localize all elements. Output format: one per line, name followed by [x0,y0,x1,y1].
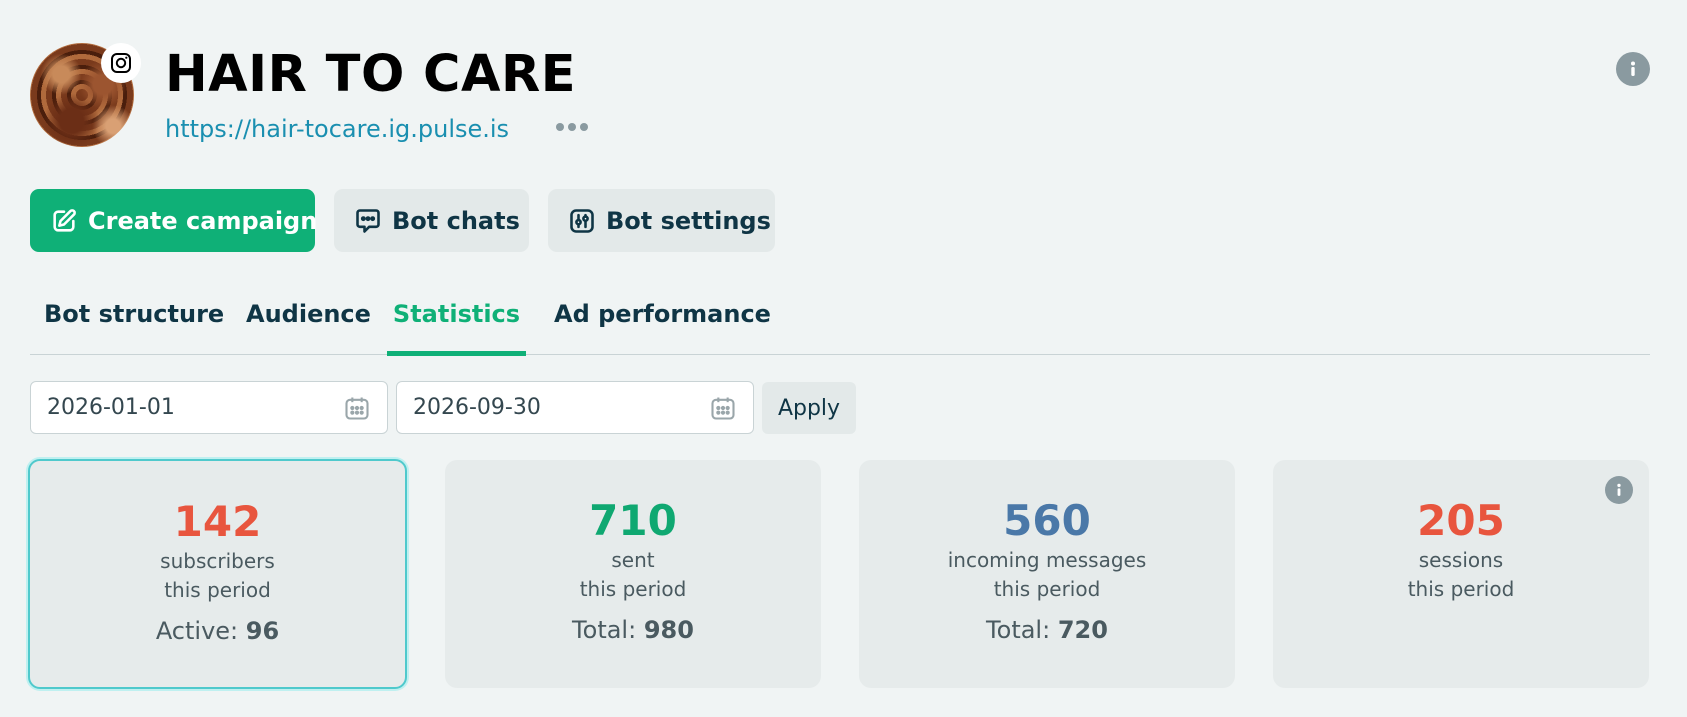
bot-chats-button[interactable]: Bot chats [334,189,529,252]
stat-card-sessions[interactable]: 205 sessions this period [1273,460,1649,688]
date-to-value: 2026-09-30 [413,395,541,420]
info-icon[interactable] [1605,476,1633,504]
stat-label: sent [611,548,655,572]
date-from-input[interactable]: 2026-01-01 [30,381,388,434]
chat-icon [356,208,380,233]
stat-label: subscribers [160,549,275,573]
info-icon[interactable] [1616,52,1650,86]
instagram-icon [101,43,141,83]
tab-bot-structure[interactable]: Bot structure [44,282,224,355]
stat-period: this period [993,577,1101,601]
date-to-input[interactable]: 2026-09-30 [396,381,754,434]
stat-period: this period [1407,577,1515,601]
bot-settings-label: Bot settings [606,206,771,235]
create-campaign-label: Create campaign [88,206,318,235]
more-dots-icon[interactable] [554,117,590,137]
stat-extra-label: Total: [986,616,1051,644]
tab-audience[interactable]: Audience [246,282,371,355]
date-from-value: 2026-01-01 [47,395,175,420]
calendar-icon[interactable] [343,394,371,422]
action-buttons: Create campaign Bot chats Bot settings [30,189,775,252]
create-campaign-button[interactable]: Create campaign [30,189,318,252]
stat-label: sessions [1418,548,1504,572]
stat-period: this period [579,577,687,601]
stat-value: 560 [1003,496,1091,545]
stat-extra-value: 720 [1057,616,1108,644]
apply-button[interactable]: Apply [762,382,856,434]
stat-card-subscribers[interactable]: 142 subscribers this period Active: 96 [28,459,407,689]
stat-extra: Active: 96 [30,615,405,647]
bot-link[interactable]: https://hair-tocare.ig.pulse.is [165,113,509,145]
tab-ad-performance[interactable]: Ad performance [554,282,771,355]
bot-chats-label: Bot chats [392,206,520,235]
stat-period: this period [164,578,271,602]
stat-extra-value: 980 [643,616,694,644]
sliders-icon [570,208,594,233]
stat-value: 142 [173,497,262,546]
stat-extra-value: 96 [245,617,280,645]
page-title: HAIR TO CARE [165,45,577,104]
stat-extra-label: Active: [155,617,239,645]
stat-extra: Total: 720 [859,614,1235,646]
stat-card-incoming-messages[interactable]: 560 incoming messages this period Total:… [859,460,1235,688]
stat-value: 205 [1417,496,1505,545]
edit-icon [53,208,76,232]
calendar-icon[interactable] [709,394,737,422]
tab-statistics[interactable]: Statistics [387,282,526,356]
stat-card-sent[interactable]: 710 sent this period Total: 980 [445,460,821,688]
tab-bar: Bot structure Audience Statistics Ad per… [30,282,1650,356]
bot-settings-button[interactable]: Bot settings [548,189,775,252]
stat-extra: Total: 980 [445,614,821,646]
page-header: HAIR TO CARE https://hair-tocare.ig.puls… [30,43,1650,147]
stat-extra-label: Total: [572,616,637,644]
avatar [30,43,141,147]
stat-value: 710 [589,496,677,545]
stat-label: incoming messages [947,548,1147,572]
